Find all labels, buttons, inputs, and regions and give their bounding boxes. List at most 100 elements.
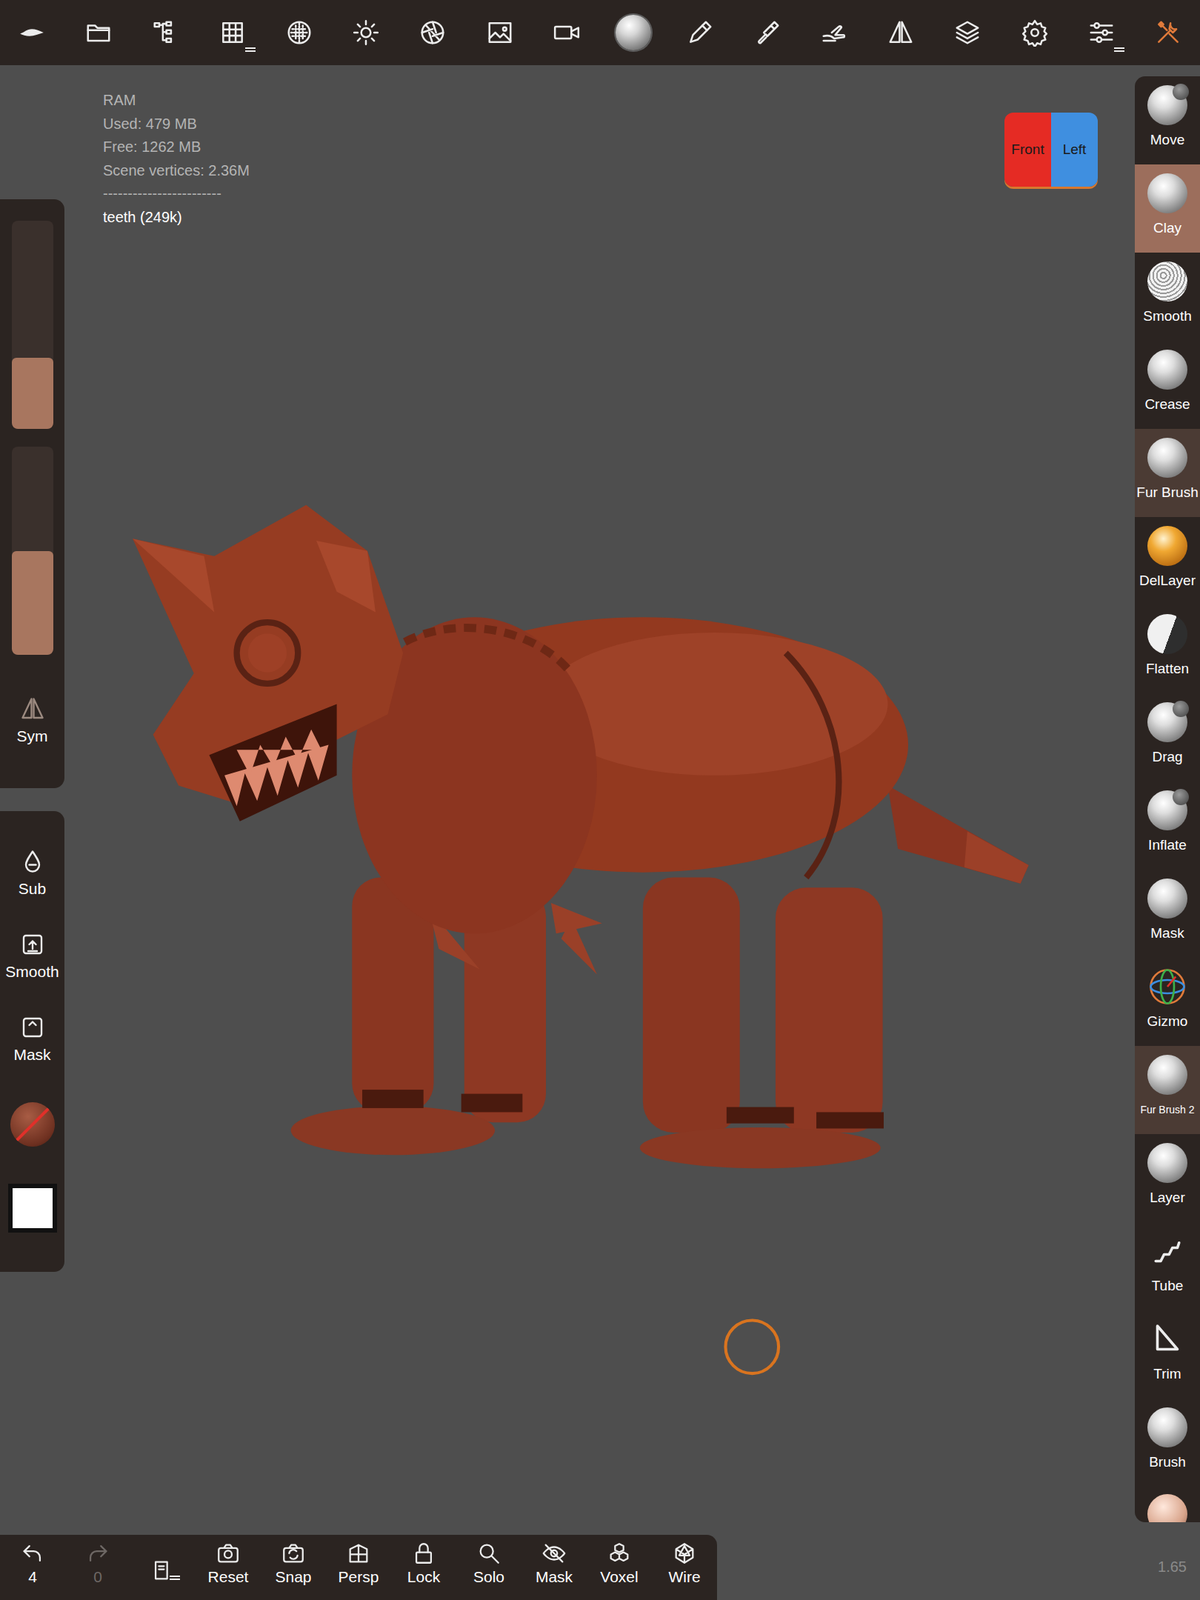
camera-aperture-button[interactable]: [414, 10, 452, 55]
wireframe-button[interactable]: Wire: [651, 1534, 718, 1600]
tool-item[interactable]: Move: [1134, 76, 1200, 165]
scene-tree-icon: [151, 18, 180, 47]
paint-button[interactable]: [681, 10, 719, 55]
tool-item[interactable]: Tube: [1134, 1222, 1200, 1311]
tube-icon: [1147, 1231, 1188, 1272]
folder-icon: [84, 18, 113, 47]
tool-item[interactable]: Smooth: [1134, 252, 1200, 341]
viewport[interactable]: RAMUsed: 479 MBFree: 1262 MBScene vertic…: [0, 65, 1200, 1600]
tool-item-body[interactable]: Layer: [1134, 1134, 1200, 1223]
grid-icon: [218, 18, 247, 47]
symmetry-button[interactable]: [882, 10, 920, 55]
stats-line: Scene vertices: 2.36M: [102, 159, 250, 183]
smooth-button[interactable]: Smooth: [5, 931, 59, 1015]
tool-item-partial[interactable]: [1134, 1486, 1200, 1523]
logo-button[interactable]: [13, 10, 51, 55]
reset-button[interactable]: Reset: [195, 1534, 261, 1600]
button-label: Solo: [473, 1567, 505, 1587]
grid-button[interactable]: [214, 10, 252, 55]
tool-item[interactable]: Clay: [1134, 164, 1200, 253]
menu-mark-icon: [169, 1575, 180, 1580]
cube-left-face[interactable]: Left: [1051, 112, 1098, 187]
tool-item[interactable]: Fur Brush 2: [1134, 1045, 1200, 1135]
color-swatch[interactable]: [8, 1183, 58, 1233]
radius-slider[interactable]: [11, 220, 54, 429]
button-label: Mask: [535, 1567, 573, 1587]
material-icon: [615, 14, 652, 51]
light-button[interactable]: [347, 10, 385, 55]
documentation-button[interactable]: [130, 1534, 196, 1600]
symmetry-icon: [886, 18, 915, 47]
view-cube[interactable]: FrontLeft: [1004, 112, 1098, 187]
video-button[interactable]: [548, 10, 586, 55]
material-button[interactable]: [10, 1102, 55, 1147]
tool-item-body[interactable]: Flatten: [1134, 605, 1200, 694]
tools-button[interactable]: [1149, 10, 1187, 55]
topology-icon: [285, 18, 314, 47]
paint-icon: [685, 18, 715, 47]
folder-button[interactable]: [80, 10, 118, 55]
brush-sphere-icon: [1147, 349, 1188, 390]
sculpt-model[interactable]: [0, 65, 1200, 1600]
tool-item[interactable]: DelLayer: [1134, 517, 1200, 606]
tool-item[interactable]: Layer: [1134, 1134, 1200, 1223]
snap-button[interactable]: Snap: [260, 1534, 326, 1600]
tool-item[interactable]: Brush: [1134, 1398, 1200, 1487]
sliders-button[interactable]: [1082, 10, 1120, 55]
cube-front-face[interactable]: Front: [1004, 112, 1052, 187]
image-button[interactable]: [481, 10, 519, 55]
undo-button[interactable]: 4: [0, 1534, 66, 1600]
tool-item[interactable]: Crease: [1134, 340, 1200, 429]
topology-button[interactable]: [280, 10, 318, 55]
tool-label: Drag: [1151, 748, 1183, 766]
brush-sphere-icon: [1147, 173, 1188, 214]
tool-item-body[interactable]: Crease: [1134, 340, 1200, 429]
voxel-button[interactable]: Voxel: [586, 1534, 652, 1600]
tool-item-body[interactable]: Clay: [1134, 164, 1200, 253]
symmetry-button[interactable]: Sym: [17, 695, 49, 746]
tool-item[interactable]: Flatten: [1134, 605, 1200, 694]
tool-item-body[interactable]: Smooth: [1134, 252, 1200, 341]
button-label: Reset: [208, 1567, 249, 1587]
tool-item[interactable]: Trim: [1134, 1310, 1200, 1399]
button-label: Voxel: [600, 1567, 638, 1587]
scene-tree-button[interactable]: [146, 10, 184, 55]
intensity-slider[interactable]: [11, 446, 54, 655]
top-toolbar: [0, 0, 1200, 66]
dot-icon: [1172, 788, 1189, 806]
tool-item-body[interactable]: Trim: [1134, 1310, 1200, 1399]
solo-button[interactable]: Solo: [456, 1534, 522, 1600]
hidden-eye-button[interactable]: Mask: [521, 1534, 587, 1600]
tool-item-body[interactable]: Fur Brush: [1134, 428, 1200, 518]
tool-item-body[interactable]: Inflate: [1134, 781, 1200, 870]
tool-item-body[interactable]: Gizmo: [1134, 957, 1200, 1046]
tool-item[interactable]: Mask: [1134, 869, 1200, 958]
solo-icon: [476, 1540, 502, 1566]
material-button[interactable]: [614, 10, 652, 55]
lock-button[interactable]: Lock: [391, 1534, 457, 1600]
dot-icon: [1172, 83, 1189, 100]
settings-button[interactable]: [1016, 10, 1054, 55]
tool-item-body[interactable]: Tube: [1134, 1222, 1200, 1311]
tool-item-body[interactable]: Brush: [1134, 1398, 1200, 1487]
tool-item[interactable]: Inflate: [1134, 781, 1200, 870]
brush-sphere-icon: [1147, 1142, 1188, 1183]
tool-item[interactable]: Drag: [1134, 693, 1200, 782]
tool-item-body[interactable]: Move: [1134, 76, 1200, 165]
brush-sphere-icon: [1147, 1494, 1188, 1523]
sub-button[interactable]: Sub: [18, 848, 46, 932]
tool-item-body[interactable]: DelLayer: [1134, 517, 1200, 606]
tool-item-body[interactable]: Mask: [1134, 869, 1200, 958]
tool-item-body[interactable]: Fur Brush 2: [1134, 1045, 1200, 1135]
tool-item-body[interactable]: Drag: [1134, 693, 1200, 782]
tool-item[interactable]: Fur Brush: [1134, 428, 1200, 518]
redo-button[interactable]: 0: [65, 1534, 131, 1600]
mask-button[interactable]: Mask: [13, 1014, 51, 1098]
tool-item[interactable]: Gizmo: [1134, 957, 1200, 1046]
perspective-button[interactable]: Persp: [325, 1534, 392, 1600]
light-icon: [351, 18, 380, 47]
smudge-button[interactable]: [815, 10, 853, 55]
layers-button[interactable]: [948, 10, 986, 55]
pipette-button[interactable]: [748, 10, 786, 55]
smudge-icon: [820, 18, 849, 47]
